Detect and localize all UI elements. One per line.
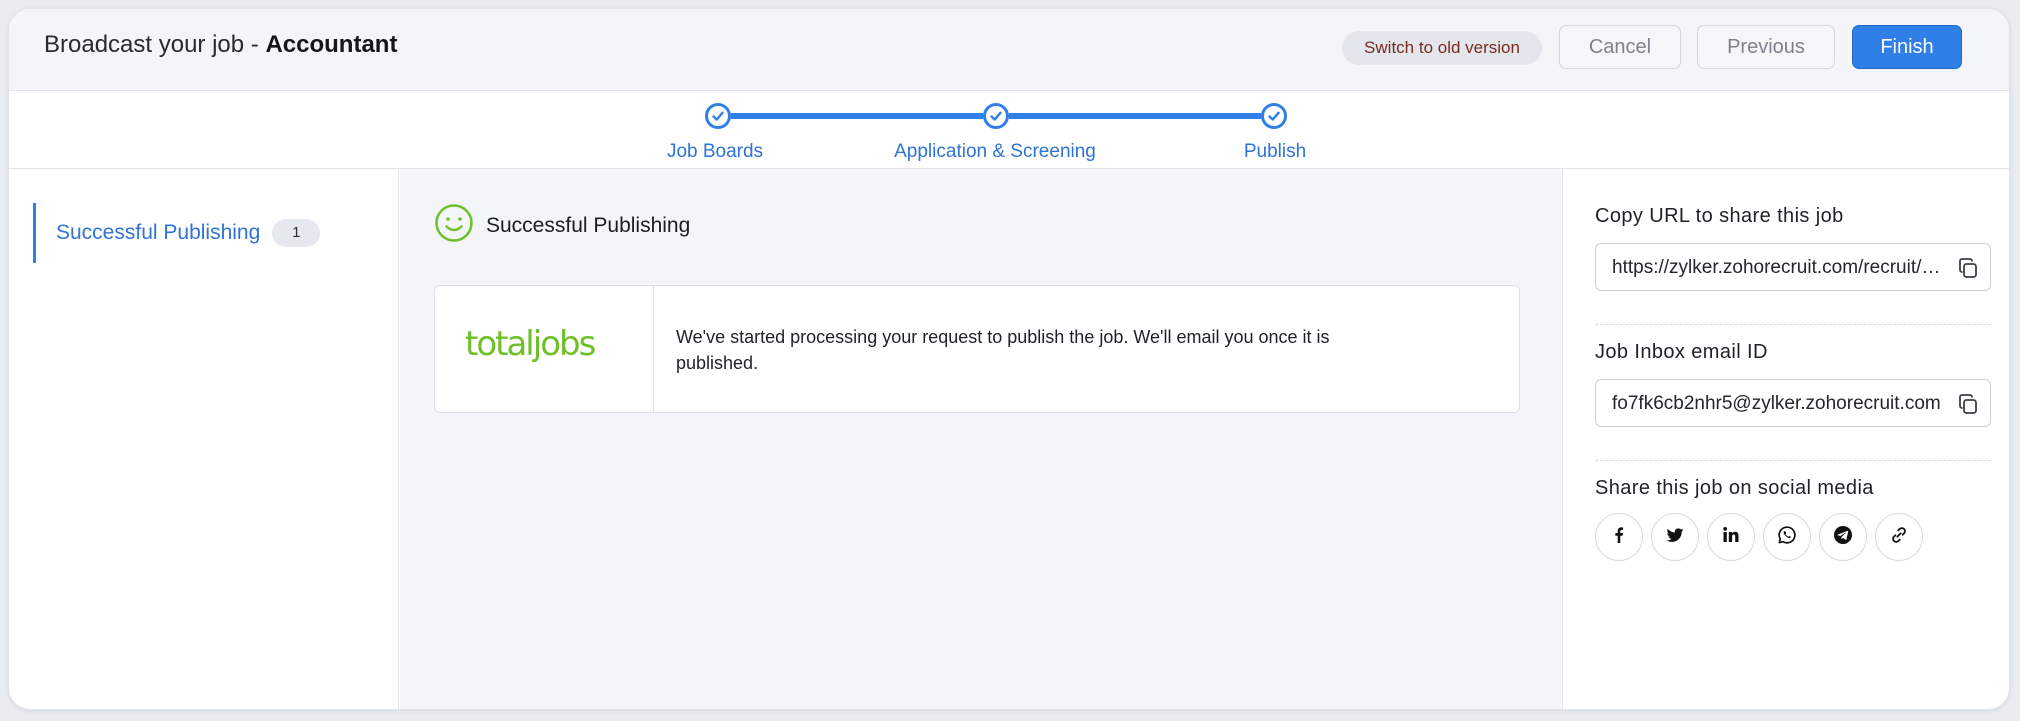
share-url-label: Copy URL to share this job — [1595, 205, 1844, 227]
divider — [1595, 460, 1991, 461]
cancel-button[interactable]: Cancel — [1559, 25, 1681, 69]
step-connector — [731, 113, 983, 119]
totaljobs-logo: totaljobs — [465, 324, 596, 364]
linkedin-share-button[interactable] — [1707, 513, 1755, 561]
copy-icon[interactable] — [1956, 392, 1980, 421]
telegram-icon — [1833, 525, 1853, 550]
link-icon — [1889, 525, 1909, 550]
title-prefix: Broadcast your job - — [44, 31, 266, 58]
smiley-icon — [434, 203, 474, 248]
previous-button[interactable]: Previous — [1697, 25, 1835, 69]
sidebar-item-successful-publishing[interactable]: Successful Publishing 1 — [33, 203, 321, 263]
job-inbox-email-value: fo7fk6cb2nhr5@zylker.zohorecruit.com — [1612, 393, 1941, 414]
copy-link-share-button[interactable] — [1875, 513, 1923, 561]
linkedin-icon — [1722, 526, 1740, 549]
divider — [1595, 324, 1991, 325]
copy-icon[interactable] — [1956, 256, 1980, 285]
social-share-buttons — [1595, 513, 1931, 561]
step-connector — [1009, 113, 1261, 119]
switch-old-version-button[interactable]: Switch to old version — [1342, 31, 1542, 65]
job-board-logo-cell: totaljobs — [435, 286, 654, 412]
finish-button[interactable]: Finish — [1852, 25, 1962, 69]
sidebar: Successful Publishing 1 — [9, 169, 399, 709]
step-check-icon — [983, 103, 1009, 129]
twitter-icon — [1665, 525, 1685, 550]
facebook-share-button[interactable] — [1595, 513, 1643, 561]
whatsapp-share-button[interactable] — [1763, 513, 1811, 561]
social-share-label: Share this job on social media — [1595, 477, 1874, 499]
step-check-icon — [1261, 103, 1287, 129]
telegram-share-button[interactable] — [1819, 513, 1867, 561]
whatsapp-icon — [1777, 525, 1797, 550]
sidebar-item-label: Successful Publishing — [56, 221, 261, 244]
header-bar: Broadcast your job - Accountant Switch t… — [9, 9, 2009, 91]
step-job-boards[interactable]: Job Boards — [667, 141, 763, 163]
publication-status-message: We've started processing your request to… — [676, 327, 1330, 373]
share-url-field[interactable]: https://zylker.zohorecruit.com/recruit/V… — [1595, 243, 1991, 291]
broadcast-job-window: Broadcast your job - Accountant Switch t… — [8, 8, 2010, 710]
job-inbox-email-label: Job Inbox email ID — [1595, 341, 1768, 363]
share-panel: Copy URL to share this job https://zylke… — [1562, 169, 2009, 709]
job-name: Accountant — [265, 31, 398, 58]
progress-stepper: Job Boards Application & Screening Publi… — [9, 91, 2009, 169]
main-content: Successful Publishing totaljobs We've st… — [400, 169, 1561, 709]
step-check-icon — [705, 103, 731, 129]
step-publish[interactable]: Publish — [1244, 141, 1306, 163]
page-title: Broadcast your job - Accountant — [44, 31, 397, 59]
twitter-share-button[interactable] — [1651, 513, 1699, 561]
job-inbox-email-field[interactable]: fo7fk6cb2nhr5@zylker.zohorecruit.com — [1595, 379, 1991, 427]
section-header: Successful Publishing — [434, 203, 690, 248]
facebook-icon — [1610, 526, 1628, 549]
section-title: Successful Publishing — [486, 213, 691, 237]
publication-card: totaljobs We've started processing your … — [434, 285, 1520, 413]
step-application-screening[interactable]: Application & Screening — [894, 141, 1096, 163]
count-badge: 1 — [272, 219, 321, 247]
share-url-value: https://zylker.zohorecruit.com/recruit/V… — [1612, 257, 1948, 278]
